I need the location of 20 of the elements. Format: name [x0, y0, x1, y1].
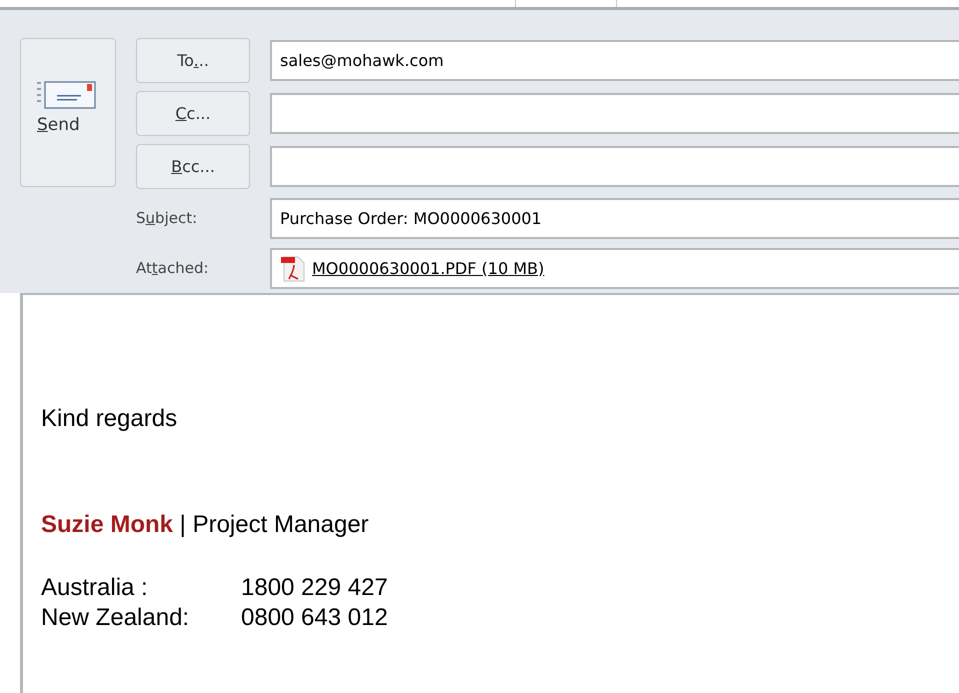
- subject-label: Subject:: [136, 208, 198, 230]
- address-button[interactable]: To...: [136, 38, 250, 83]
- phone-number: 1800 229 427: [241, 573, 388, 603]
- signature-text: Suzie Monk | Project Manager: [41, 510, 370, 540]
- greeting-text: Kind regards: [41, 404, 178, 434]
- address-button[interactable]: Bcc...: [136, 144, 250, 189]
- address-field[interactable]: [270, 93, 959, 134]
- address-field[interactable]: sales@mohawk.com: [270, 40, 959, 81]
- phone-label: New Zealand:: [41, 603, 190, 633]
- phone-number: 0800 643 012: [241, 603, 388, 633]
- attached-label: Attached:: [136, 258, 210, 280]
- address-field[interactable]: [270, 146, 959, 187]
- attachment-link[interactable]: MO0000630001.PDF (10 MB): [312, 256, 544, 280]
- attachment-field[interactable]: MO0000630001.PDF (10 MB): [270, 248, 959, 289]
- subject-field[interactable]: Purchase Order: MO0000630001: [270, 198, 959, 239]
- envelope-icon: [37, 81, 97, 109]
- phone-label: Australia :: [41, 573, 149, 603]
- pdf-file-icon: [280, 254, 306, 282]
- send-button[interactable]: Send: [20, 38, 116, 187]
- address-button[interactable]: Cc...: [136, 91, 250, 136]
